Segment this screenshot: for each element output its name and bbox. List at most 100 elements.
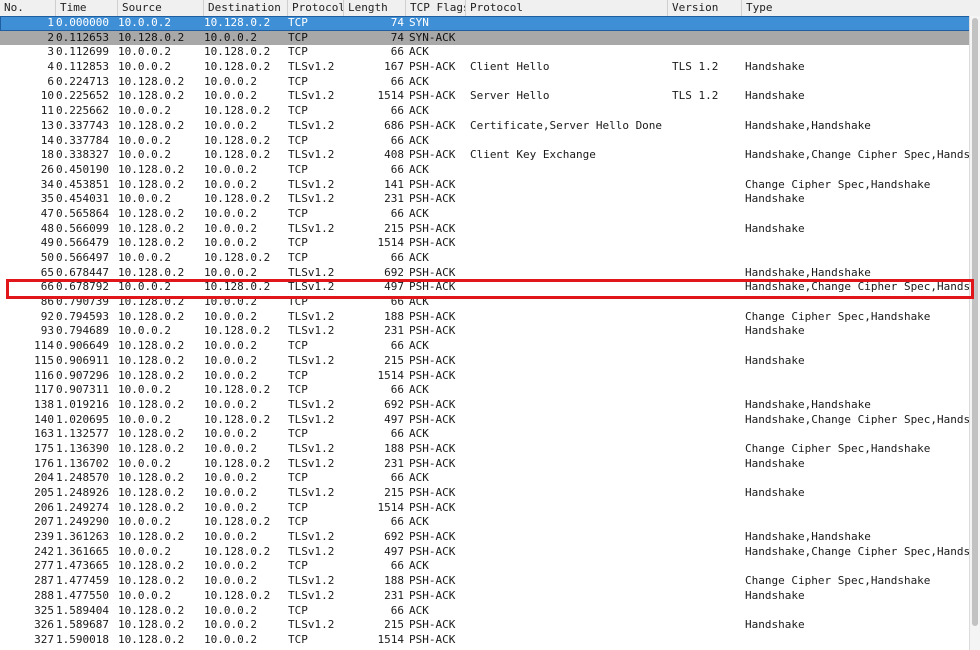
- table-row[interactable]: 242 1.361665 10.0.0.2 10.128.0.2 TLSv1.2 497 P…: [0, 545, 970, 560]
- packet-tls-protocol: [470, 16, 670, 31]
- packet-number: 140: [34, 412, 54, 426]
- packet-tcp-flags: PSH-ACK: [409, 574, 456, 588]
- packet-length: 1514: [377, 632, 405, 646]
- table-row[interactable]: 6 0.224713 10.128.0.2 10.0.0.2 TCP 66 ACK: [0, 75, 970, 90]
- table-row[interactable]: 116 0.907296 10.128.0.2 10.0.0.2 TCP 1514 PSH-…: [0, 369, 970, 384]
- column-header-destination[interactable]: Destination: [204, 0, 288, 16]
- column-header-source[interactable]: Source: [118, 0, 204, 16]
- packet-tcp-flags: PSH-ACK: [409, 265, 456, 279]
- packet-tcp-flags: ACK: [409, 383, 429, 397]
- packet-tls-protocol: [470, 45, 670, 60]
- table-row[interactable]: 175 1.136390 10.128.0.2 10.0.0.2 TLSv1.2 188 P…: [0, 442, 970, 457]
- table-row[interactable]: 277 1.473665 10.128.0.2 10.0.0.2 TCP 66 ACK: [0, 559, 970, 574]
- packet-tcp-flags: ACK: [409, 427, 429, 441]
- packet-time: 0.000000: [56, 16, 109, 29]
- packet-number: 138: [34, 397, 54, 411]
- table-row[interactable]: 176 1.136702 10.0.0.2 10.128.0.2 TLSv1.2 231 P…: [0, 457, 970, 472]
- column-header-no[interactable]: No.: [0, 0, 56, 16]
- table-row[interactable]: 11 0.225662 10.0.0.2 10.128.0.2 TCP 66 ACK: [0, 104, 970, 119]
- packet-list[interactable]: No. Time Source Destination Protocol Len…: [0, 0, 980, 650]
- packet-source: 10.128.0.2: [118, 603, 185, 617]
- table-row[interactable]: 26 0.450190 10.128.0.2 10.0.0.2 TCP 66 ACK: [0, 163, 970, 178]
- table-row[interactable]: 140 1.020695 10.0.0.2 10.128.0.2 TLSv1.2 497 P…: [0, 413, 970, 428]
- table-row[interactable]: 65 0.678447 10.128.0.2 10.0.0.2 TLSv1.2 692 PS…: [0, 266, 970, 281]
- table-row[interactable]: 117 0.907311 10.0.0.2 10.128.0.2 TCP 66 ACK: [0, 383, 970, 398]
- table-row[interactable]: 34 0.453851 10.128.0.2 10.0.0.2 TLSv1.2 141 PS…: [0, 178, 970, 193]
- packet-source: 10.0.0.2: [118, 148, 171, 162]
- table-row[interactable]: 2 0.112653 10.128.0.2 10.0.0.2 TCP 74 SYN-ACK: [0, 30, 970, 46]
- packet-version: [672, 574, 742, 589]
- table-row[interactable]: 163 1.132577 10.128.0.2 10.0.0.2 TCP 66 ACK: [0, 427, 970, 442]
- packet-tcp-flags: PSH-ACK: [409, 456, 456, 470]
- column-header-length[interactable]: Length: [344, 0, 406, 16]
- table-row[interactable]: 204 1.248570 10.128.0.2 10.0.0.2 TCP 66 ACK: [0, 471, 970, 486]
- column-header-time[interactable]: Time: [56, 0, 118, 16]
- table-row[interactable]: 205 1.248926 10.128.0.2 10.0.0.2 TLSv1.2 215 P…: [0, 486, 970, 501]
- packet-protocol: TLSv1.2: [288, 441, 335, 455]
- packet-number: 327: [34, 632, 54, 646]
- packet-tcp-flags: PSH-ACK: [409, 148, 456, 162]
- packet-source: 10.0.0.2: [118, 515, 171, 529]
- table-row[interactable]: 49 0.566479 10.128.0.2 10.0.0.2 TCP 1514 PSH-A…: [0, 236, 970, 251]
- packet-source: 10.128.0.2: [118, 397, 185, 411]
- packet-tcp-flags: ACK: [409, 104, 429, 118]
- table-row[interactable]: 86 0.790739 10.128.0.2 10.0.0.2 TCP 66 ACK: [0, 295, 970, 310]
- packet-tls-protocol: [470, 559, 670, 574]
- packet-protocol: TCP: [288, 339, 308, 353]
- packet-protocol: TLSv1.2: [288, 530, 335, 544]
- table-row[interactable]: 114 0.906649 10.128.0.2 10.0.0.2 TCP 66 ACK: [0, 339, 970, 354]
- packet-tcp-flags: PSH-ACK: [409, 588, 456, 602]
- table-row[interactable]: 35 0.454031 10.0.0.2 10.128.0.2 TLSv1.2 231 PS…: [0, 192, 970, 207]
- packet-tcp-flags: ACK: [409, 162, 429, 176]
- table-row[interactable]: 3 0.112699 10.0.0.2 10.128.0.2 TCP 66 ACK: [0, 45, 970, 60]
- scrollbar-thumb[interactable]: [972, 18, 978, 626]
- table-row[interactable]: 66 0.678792 10.0.0.2 10.128.0.2 TLSv1.2 497 PS…: [0, 280, 970, 295]
- packet-source: 10.0.0.2: [118, 588, 171, 602]
- packet-time: 1.019216: [56, 397, 109, 411]
- packet-length: 66: [390, 427, 404, 441]
- table-row[interactable]: 325 1.589404 10.128.0.2 10.0.0.2 TCP 66 ACK: [0, 604, 970, 619]
- column-header-type[interactable]: Type: [742, 0, 980, 16]
- table-row[interactable]: 207 1.249290 10.0.0.2 10.128.0.2 TCP 66 ACK: [0, 515, 970, 530]
- table-row[interactable]: 4 0.112853 10.0.0.2 10.128.0.2 TLSv1.2 167 PSH…: [0, 60, 970, 75]
- table-row[interactable]: 50 0.566497 10.0.0.2 10.128.0.2 TCP 66 ACK: [0, 251, 970, 266]
- packet-type: [745, 559, 970, 574]
- packet-tls-protocol: [470, 574, 670, 589]
- table-row[interactable]: 138 1.019216 10.128.0.2 10.0.0.2 TLSv1.2 692 P…: [0, 398, 970, 413]
- table-row[interactable]: 239 1.361263 10.128.0.2 10.0.0.2 TLSv1.2 692 P…: [0, 530, 970, 545]
- table-row[interactable]: 327 1.590018 10.128.0.2 10.0.0.2 TCP 1514 PSH-…: [0, 633, 970, 648]
- column-header-version[interactable]: Version: [668, 0, 742, 16]
- packet-length: 66: [390, 104, 404, 118]
- packet-source: 10.128.0.2: [118, 236, 185, 250]
- packet-source: 10.128.0.2: [118, 206, 185, 220]
- table-row[interactable]: 10 0.225652 10.128.0.2 10.0.0.2 TLSv1.2 1514 P…: [0, 89, 970, 104]
- packet-source: 10.0.0.2: [118, 324, 171, 338]
- packet-type: [745, 369, 970, 384]
- table-row[interactable]: 287 1.477459 10.128.0.2 10.0.0.2 TLSv1.2 188 P…: [0, 574, 970, 589]
- table-row[interactable]: 48 0.566099 10.128.0.2 10.0.0.2 TLSv1.2 215 PS…: [0, 222, 970, 237]
- table-row[interactable]: 47 0.565864 10.128.0.2 10.0.0.2 TCP 66 ACK: [0, 207, 970, 222]
- column-header-protocol[interactable]: Protocol: [288, 0, 344, 16]
- table-row[interactable]: 288 1.477550 10.0.0.2 10.128.0.2 TLSv1.2 231 P…: [0, 589, 970, 604]
- table-row[interactable]: 93 0.794689 10.0.0.2 10.128.0.2 TLSv1.2 231 PS…: [0, 324, 970, 339]
- table-row[interactable]: 18 0.338327 10.0.0.2 10.128.0.2 TLSv1.2 408 PS…: [0, 148, 970, 163]
- table-row[interactable]: 206 1.249274 10.128.0.2 10.0.0.2 TCP 1514 PSH-…: [0, 501, 970, 516]
- packet-version: [672, 471, 742, 486]
- packet-time: 1.249290: [56, 515, 109, 529]
- packet-tcp-flags: PSH-ACK: [409, 177, 456, 191]
- packet-source: 10.128.0.2: [118, 265, 185, 279]
- packet-destination: 10.0.0.2: [204, 30, 257, 44]
- table-row[interactable]: 14 0.337784 10.0.0.2 10.128.0.2 TCP 66 ACK: [0, 134, 970, 149]
- packet-source: 10.128.0.2: [118, 632, 185, 646]
- table-row[interactable]: 92 0.794593 10.128.0.2 10.0.0.2 TLSv1.2 188 PS…: [0, 310, 970, 325]
- packet-length: 66: [390, 206, 404, 220]
- packet-protocol: TCP: [288, 30, 308, 44]
- table-row[interactable]: 326 1.589687 10.128.0.2 10.0.0.2 TLSv1.2 215 P…: [0, 618, 970, 633]
- table-row[interactable]: 13 0.337743 10.128.0.2 10.0.0.2 TLSv1.2 686 PS…: [0, 119, 970, 134]
- column-header-tcp-flags[interactable]: TCP Flags: [406, 0, 466, 16]
- table-row[interactable]: 115 0.906911 10.128.0.2 10.0.0.2 TLSv1.2 215 P…: [0, 354, 970, 369]
- packet-length: 231: [384, 456, 404, 470]
- table-row[interactable]: 1 0.000000 10.0.0.2 10.128.0.2 TCP 74 SYN: [0, 16, 970, 31]
- vertical-scrollbar[interactable]: [969, 16, 980, 650]
- column-header-tls-protocol[interactable]: Protocol: [466, 0, 668, 16]
